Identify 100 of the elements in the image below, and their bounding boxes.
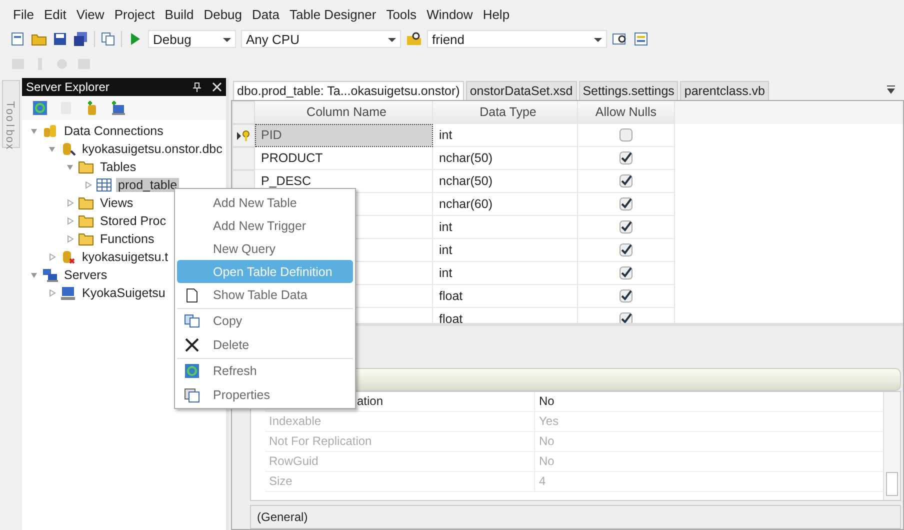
property-name: Not For Replication: [265, 432, 535, 450]
find-field[interactable]: friend: [427, 30, 607, 48]
row-selector[interactable]: [232, 124, 255, 147]
menu-item[interactable]: Copy: [177, 308, 353, 333]
collapse-arrow-icon[interactable]: [30, 271, 38, 279]
menu-item[interactable]: Table Designer: [284, 6, 382, 22]
copy-icon[interactable]: [100, 31, 116, 47]
category-label: (General): [257, 510, 308, 524]
tree-item[interactable]: Data Connections: [62, 124, 166, 138]
properties-icon[interactable]: [633, 31, 649, 47]
tree-item[interactable]: Servers: [62, 268, 110, 282]
menu-item[interactable]: Tools: [381, 6, 422, 22]
column-header[interactable]: Allow Nulls: [578, 101, 675, 124]
save-icon[interactable]: [52, 31, 68, 47]
refresh-icon[interactable]: [32, 100, 48, 116]
menu-item[interactable]: View: [71, 6, 110, 22]
checkbox[interactable]: [619, 312, 633, 323]
table-icon: [96, 178, 112, 192]
table-cell[interactable]: nchar(60): [433, 193, 578, 216]
menu-item[interactable]: Edit: [38, 6, 72, 22]
tree-item[interactable]: KyokaSuigetsu: [80, 286, 168, 300]
database-icon: [60, 142, 76, 156]
property-name: Indexable: [265, 412, 535, 430]
search-icon[interactable]: [612, 31, 628, 47]
checkbox[interactable]: [619, 220, 633, 234]
panel-title: Server Explorer: [26, 80, 110, 94]
table-cell[interactable]: PID: [255, 124, 433, 147]
table-cell[interactable]: int: [433, 124, 578, 147]
table-cell[interactable]: nchar(50): [433, 147, 578, 170]
table-cell[interactable]: PRODUCT: [255, 147, 433, 170]
table-cell[interactable]: float: [433, 285, 578, 308]
menu-item[interactable]: Data: [247, 6, 284, 22]
table-cell[interactable]: int: [433, 239, 578, 262]
document-tab[interactable]: onstorDataSet.xsd: [466, 81, 577, 100]
tree-item[interactable]: Functions: [98, 232, 156, 246]
property-value[interactable]: No: [535, 392, 554, 410]
expand-arrow-icon[interactable]: [66, 235, 74, 243]
primary-key-icon: [236, 130, 252, 142]
tree-item[interactable]: prod_table: [116, 178, 180, 192]
checkbox[interactable]: [619, 289, 633, 303]
document-icon: [184, 286, 200, 302]
close-icon[interactable]: [212, 82, 222, 92]
document-tab[interactable]: dbo.prod_table: Ta...okasuigetsu.onstor): [233, 81, 464, 100]
checkbox[interactable]: [619, 197, 633, 211]
computer-icon: [60, 286, 76, 300]
menu-item[interactable]: Refresh: [177, 358, 353, 383]
folder-icon: [78, 160, 94, 174]
tree-item[interactable]: Stored Proc: [98, 214, 168, 228]
checkbox[interactable]: [619, 128, 633, 142]
configuration-dropdown[interactable]: Debug: [148, 30, 236, 48]
document-tab[interactable]: Settings.settings: [578, 81, 678, 100]
servers-icon: [42, 268, 58, 282]
menu-item[interactable]: Add New Table: [177, 191, 353, 214]
menu-item[interactable]: Show Table Data: [177, 283, 353, 306]
copy-icon: [184, 313, 200, 329]
save-all-icon[interactable]: [73, 31, 89, 47]
connect-server-icon[interactable]: [110, 100, 126, 116]
platform-dropdown[interactable]: Any CPU: [241, 30, 401, 48]
collapse-arrow-icon[interactable]: [48, 145, 56, 153]
menu-item[interactable]: Delete: [177, 333, 353, 356]
property-name: RowGuid: [265, 452, 535, 470]
tree-item[interactable]: kyokasuigetsu.t: [80, 250, 170, 264]
table-cell[interactable]: int: [433, 262, 578, 285]
menu-item[interactable]: Window: [422, 6, 478, 22]
table-cell[interactable]: nchar(50): [433, 170, 578, 193]
database-icon: [42, 124, 58, 138]
folder-icon: [78, 214, 94, 228]
column-header[interactable]: Column Name: [255, 101, 433, 124]
new-project-icon[interactable]: [10, 31, 26, 47]
dropdown-icon[interactable]: [886, 84, 896, 94]
expand-arrow-icon[interactable]: [48, 253, 56, 261]
expand-arrow-icon[interactable]: [84, 181, 92, 189]
collapse-arrow-icon[interactable]: [30, 127, 38, 135]
scrollbar[interactable]: [883, 392, 900, 500]
expand-arrow-icon[interactable]: [48, 289, 56, 297]
menu-item[interactable]: Add New Trigger: [177, 214, 353, 237]
pin-icon[interactable]: [192, 82, 202, 92]
checkbox[interactable]: [619, 174, 633, 188]
tree-item[interactable]: kyokasuigetsu.onstor.dbc: [80, 142, 224, 156]
checkbox[interactable]: [619, 151, 633, 165]
tree-item[interactable]: Views: [98, 196, 136, 210]
checkbox[interactable]: [619, 243, 633, 257]
table-cell[interactable]: float: [433, 308, 578, 323]
table-cell[interactable]: int: [433, 216, 578, 239]
column-header[interactable]: Data Type: [433, 101, 578, 124]
expand-arrow-icon[interactable]: [66, 199, 74, 207]
find-in-files-icon[interactable]: [406, 31, 422, 47]
menu-item[interactable]: Build: [160, 6, 199, 22]
document-tab[interactable]: parentclass.vb: [680, 81, 770, 100]
expand-arrow-icon[interactable]: [66, 217, 74, 225]
checkbox[interactable]: [619, 266, 633, 280]
tree-item[interactable]: Tables: [98, 160, 138, 174]
collapse-arrow-icon[interactable]: [66, 163, 74, 171]
property-name: Size: [265, 472, 535, 490]
menu-item[interactable]: Project: [109, 6, 160, 22]
menu-item[interactable]: File: [8, 6, 39, 22]
menu-item[interactable]: Help: [478, 6, 515, 22]
menu-item[interactable]: Debug: [198, 6, 248, 22]
menu-item[interactable]: New Query: [177, 237, 353, 260]
properties-icon: [184, 386, 200, 402]
